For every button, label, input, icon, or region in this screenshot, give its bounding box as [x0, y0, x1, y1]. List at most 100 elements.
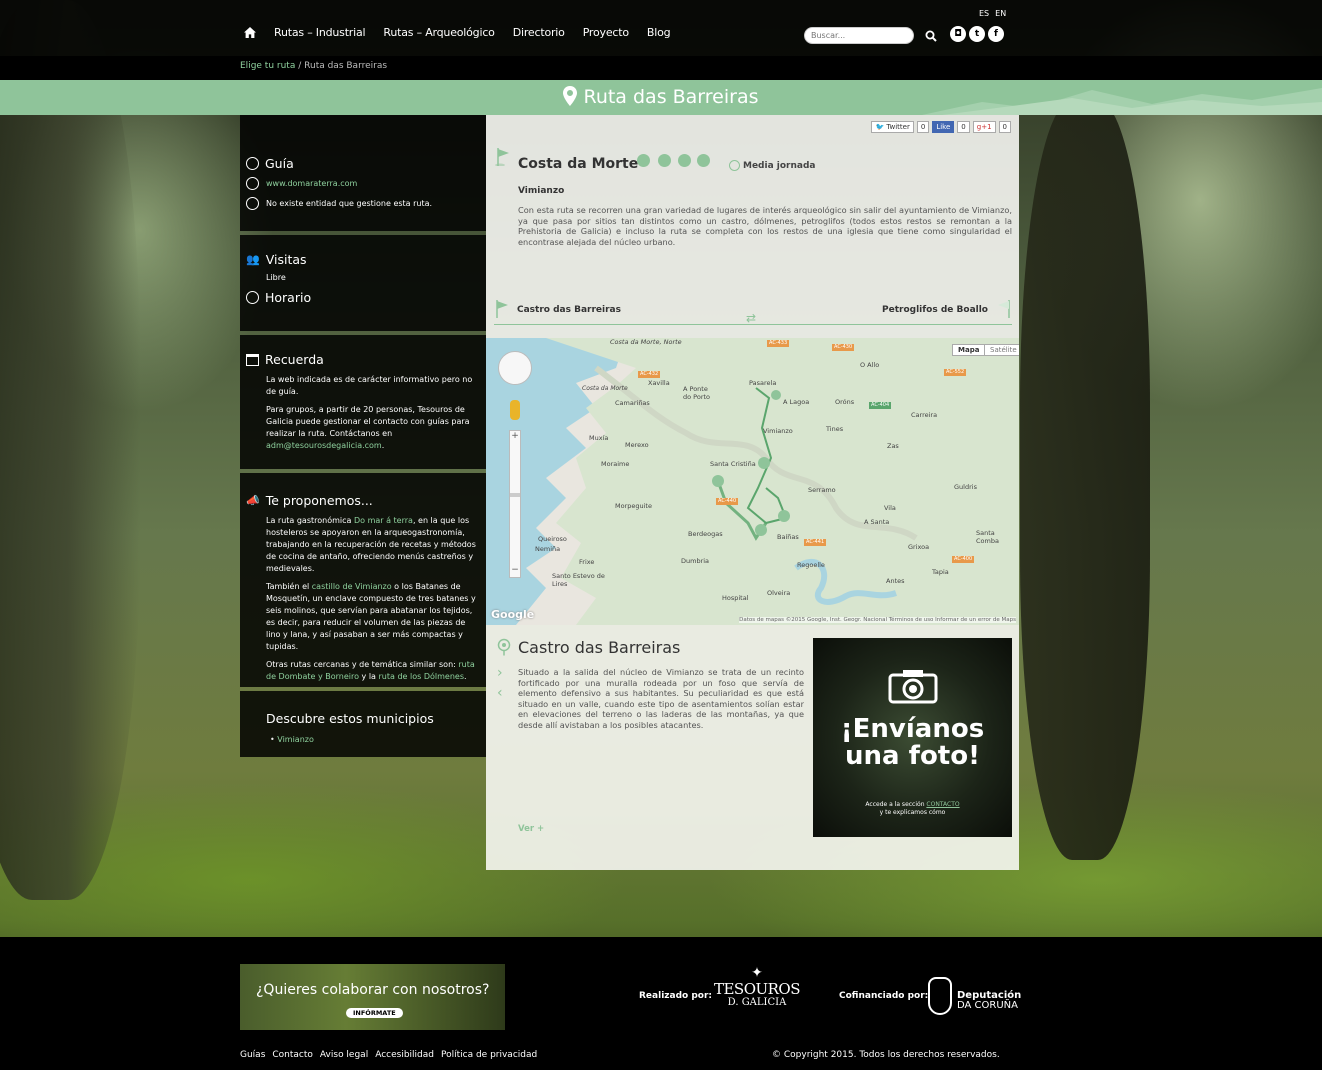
- route-municipality: Vimianzo: [518, 186, 565, 196]
- footer-link-aviso-legal[interactable]: Aviso legal: [320, 1050, 368, 1060]
- nav-item-rutas-industrial[interactable]: Rutas – Industrial: [274, 26, 366, 39]
- promo-contact-link[interactable]: CONTACTO: [926, 801, 959, 808]
- swap-arrows-icon[interactable]: ⇄: [746, 311, 756, 325]
- road-label: AC-552: [944, 369, 967, 376]
- place-label: Antes: [886, 577, 905, 585]
- lang-en[interactable]: EN: [995, 9, 1006, 18]
- facebook-like-button[interactable]: Like: [932, 121, 955, 133]
- prev-stop-link[interactable]: Castro das Barreiras: [517, 305, 621, 315]
- recuerda-title: Recuerda: [265, 352, 324, 367]
- home-icon[interactable]: [244, 27, 256, 38]
- road-label: AC-433: [767, 340, 790, 347]
- nav-item-directorio[interactable]: Directorio: [513, 26, 565, 39]
- road-label: AC-441: [804, 539, 827, 546]
- road-label: AC-400: [952, 556, 975, 563]
- municipios-title: Descubre estos municipios: [266, 711, 434, 726]
- zoom-out-button[interactable]: −: [510, 565, 520, 575]
- municipio-link[interactable]: Vimianzo: [277, 735, 314, 744]
- guia-title: Guía: [265, 156, 294, 171]
- place-label: Frixe: [579, 558, 595, 566]
- map-type-satellite-button[interactable]: Satélite: [984, 344, 1019, 356]
- deputacion-logo[interactable]: Deputación DA CORUÑA: [957, 991, 1021, 1011]
- streetview-pegman-icon[interactable]: [510, 400, 520, 420]
- proponemos-p3b: y la: [359, 672, 379, 681]
- search-input[interactable]: [804, 27, 914, 44]
- place-label: Santa Cristiña: [710, 460, 756, 468]
- place-label: Costa da Morte, Norte: [610, 338, 682, 346]
- lang-es[interactable]: ES: [979, 9, 989, 18]
- twitter-share-button[interactable]: 🐦 Twitter: [871, 121, 914, 133]
- gplus-label: g+1: [976, 123, 992, 131]
- recuerda-email-link[interactable]: adm@tesourosdegalicia.com: [266, 441, 382, 450]
- place-label: Xavilla: [648, 379, 670, 387]
- nav-item-proyecto[interactable]: Proyecto: [583, 26, 629, 39]
- church-icon: [697, 154, 710, 167]
- globe-icon: [246, 177, 259, 190]
- gplus-button[interactable]: g+1: [972, 121, 996, 133]
- map-zoom-slider[interactable]: + −: [509, 430, 521, 578]
- route-map[interactable]: + − Mapa Satélite Costa da Morte, Norte …: [486, 338, 1019, 625]
- proponemos-p3a: Otras rutas cercanas y de temática simil…: [266, 660, 459, 669]
- place-label: Tines: [826, 425, 844, 433]
- background-trunk-left: [0, 0, 140, 900]
- sidebar-visitas: 👥 Visitas Libre Horario: [240, 235, 486, 331]
- facebook-icon[interactable]: f: [988, 26, 1004, 42]
- proponemos-p1: La ruta gastronómica Do mar á terra, en …: [266, 515, 476, 575]
- link-castillo-vimianzo[interactable]: castillo de Vimianzo: [312, 582, 392, 591]
- place-label: O Allo: [860, 361, 880, 369]
- tesouros-logo[interactable]: ✦ TESOUROS D. GALICIA: [712, 965, 802, 1021]
- place-label: Camariñas: [615, 399, 650, 407]
- place-label: A Santa: [864, 518, 890, 526]
- proponemos-p2: También el castillo de Vimianzo o los Ba…: [266, 581, 476, 653]
- zoom-handle[interactable]: [510, 493, 520, 497]
- instagram-icon[interactable]: ◘: [950, 26, 966, 42]
- tesouros-logo-line1: TESOUROS: [713, 980, 801, 998]
- promo-title-line2: una foto!: [845, 741, 980, 771]
- informate-button[interactable]: INFÓRMATE: [346, 1008, 403, 1018]
- map-pan-control[interactable]: [498, 351, 532, 385]
- info-icon: [246, 197, 259, 210]
- visitas-title: Visitas: [265, 252, 307, 267]
- footer-link-privacidad[interactable]: Política de privacidad: [441, 1050, 537, 1060]
- place-label: Merexo: [625, 441, 649, 449]
- link-do-mar-a-terra[interactable]: Do mar á terra: [354, 516, 413, 525]
- camera-icon: [888, 670, 938, 704]
- recuerda-p1: La web indicada es de carácter informati…: [266, 375, 473, 396]
- dolmen-icon: [658, 154, 671, 167]
- background-trunk-right: [1020, 100, 1150, 860]
- next-stop-link[interactable]: Petroglifos de Boallo: [882, 305, 988, 315]
- search-icon[interactable]: [925, 30, 937, 42]
- visitas-value: Libre: [266, 273, 286, 282]
- place-label: Vimianzo: [763, 427, 793, 435]
- poi-marker-icon: [497, 638, 511, 656]
- language-switcher: ES EN: [979, 9, 1006, 18]
- ver-mas-link[interactable]: Ver +: [518, 824, 544, 834]
- petroglyph-icon: [678, 154, 691, 167]
- place-label: Baíñas: [777, 533, 799, 541]
- twitter-icon[interactable]: t: [969, 26, 985, 42]
- social-links: ◘ t f: [950, 26, 1004, 42]
- guia-web-link[interactable]: www.domaraterra.com: [266, 179, 357, 188]
- proponemos-p3c: .: [463, 672, 467, 681]
- place-label: Santa Comba: [976, 529, 999, 545]
- route-description: Con esta ruta se recorren una gran varie…: [518, 205, 1012, 247]
- place-label: Serramo: [808, 486, 836, 494]
- prev-poi-arrow-icon[interactable]: ‹: [497, 685, 503, 701]
- footer-link-contacto[interactable]: Contacto: [272, 1050, 313, 1060]
- link-ruta-dolmenes[interactable]: ruta de los Dólmenes: [379, 672, 464, 681]
- place-label: A Lagoa: [783, 398, 810, 406]
- footer-link-accesibilidad[interactable]: Accesibilidad: [375, 1050, 434, 1060]
- nav-item-rutas-arqueologico[interactable]: Rutas – Arqueológico: [383, 26, 495, 39]
- zoom-in-button[interactable]: +: [510, 431, 520, 441]
- nav-item-blog[interactable]: Blog: [647, 26, 671, 39]
- breadcrumb-link[interactable]: Elige tu ruta: [240, 61, 295, 71]
- collaborate-banner[interactable]: ¿Quieres colaborar con nosotros? INFÓRMA…: [240, 964, 505, 1030]
- copyright: © Copyright 2015. Todos los derechos res…: [772, 1050, 1000, 1060]
- footer-link-guias[interactable]: Guías: [240, 1050, 265, 1060]
- poi-name: Castro das Barreiras: [518, 638, 681, 657]
- map-type-map-button[interactable]: Mapa: [952, 344, 986, 356]
- next-poi-arrow-icon[interactable]: ›: [497, 665, 503, 681]
- sidebar: Guía www.domaraterra.com No existe entid…: [240, 115, 486, 761]
- send-photo-promo[interactable]: ¡Envíanos una foto! Accede a la sección C…: [813, 638, 1012, 837]
- sidebar-guia: Guía www.domaraterra.com No existe entid…: [240, 115, 486, 231]
